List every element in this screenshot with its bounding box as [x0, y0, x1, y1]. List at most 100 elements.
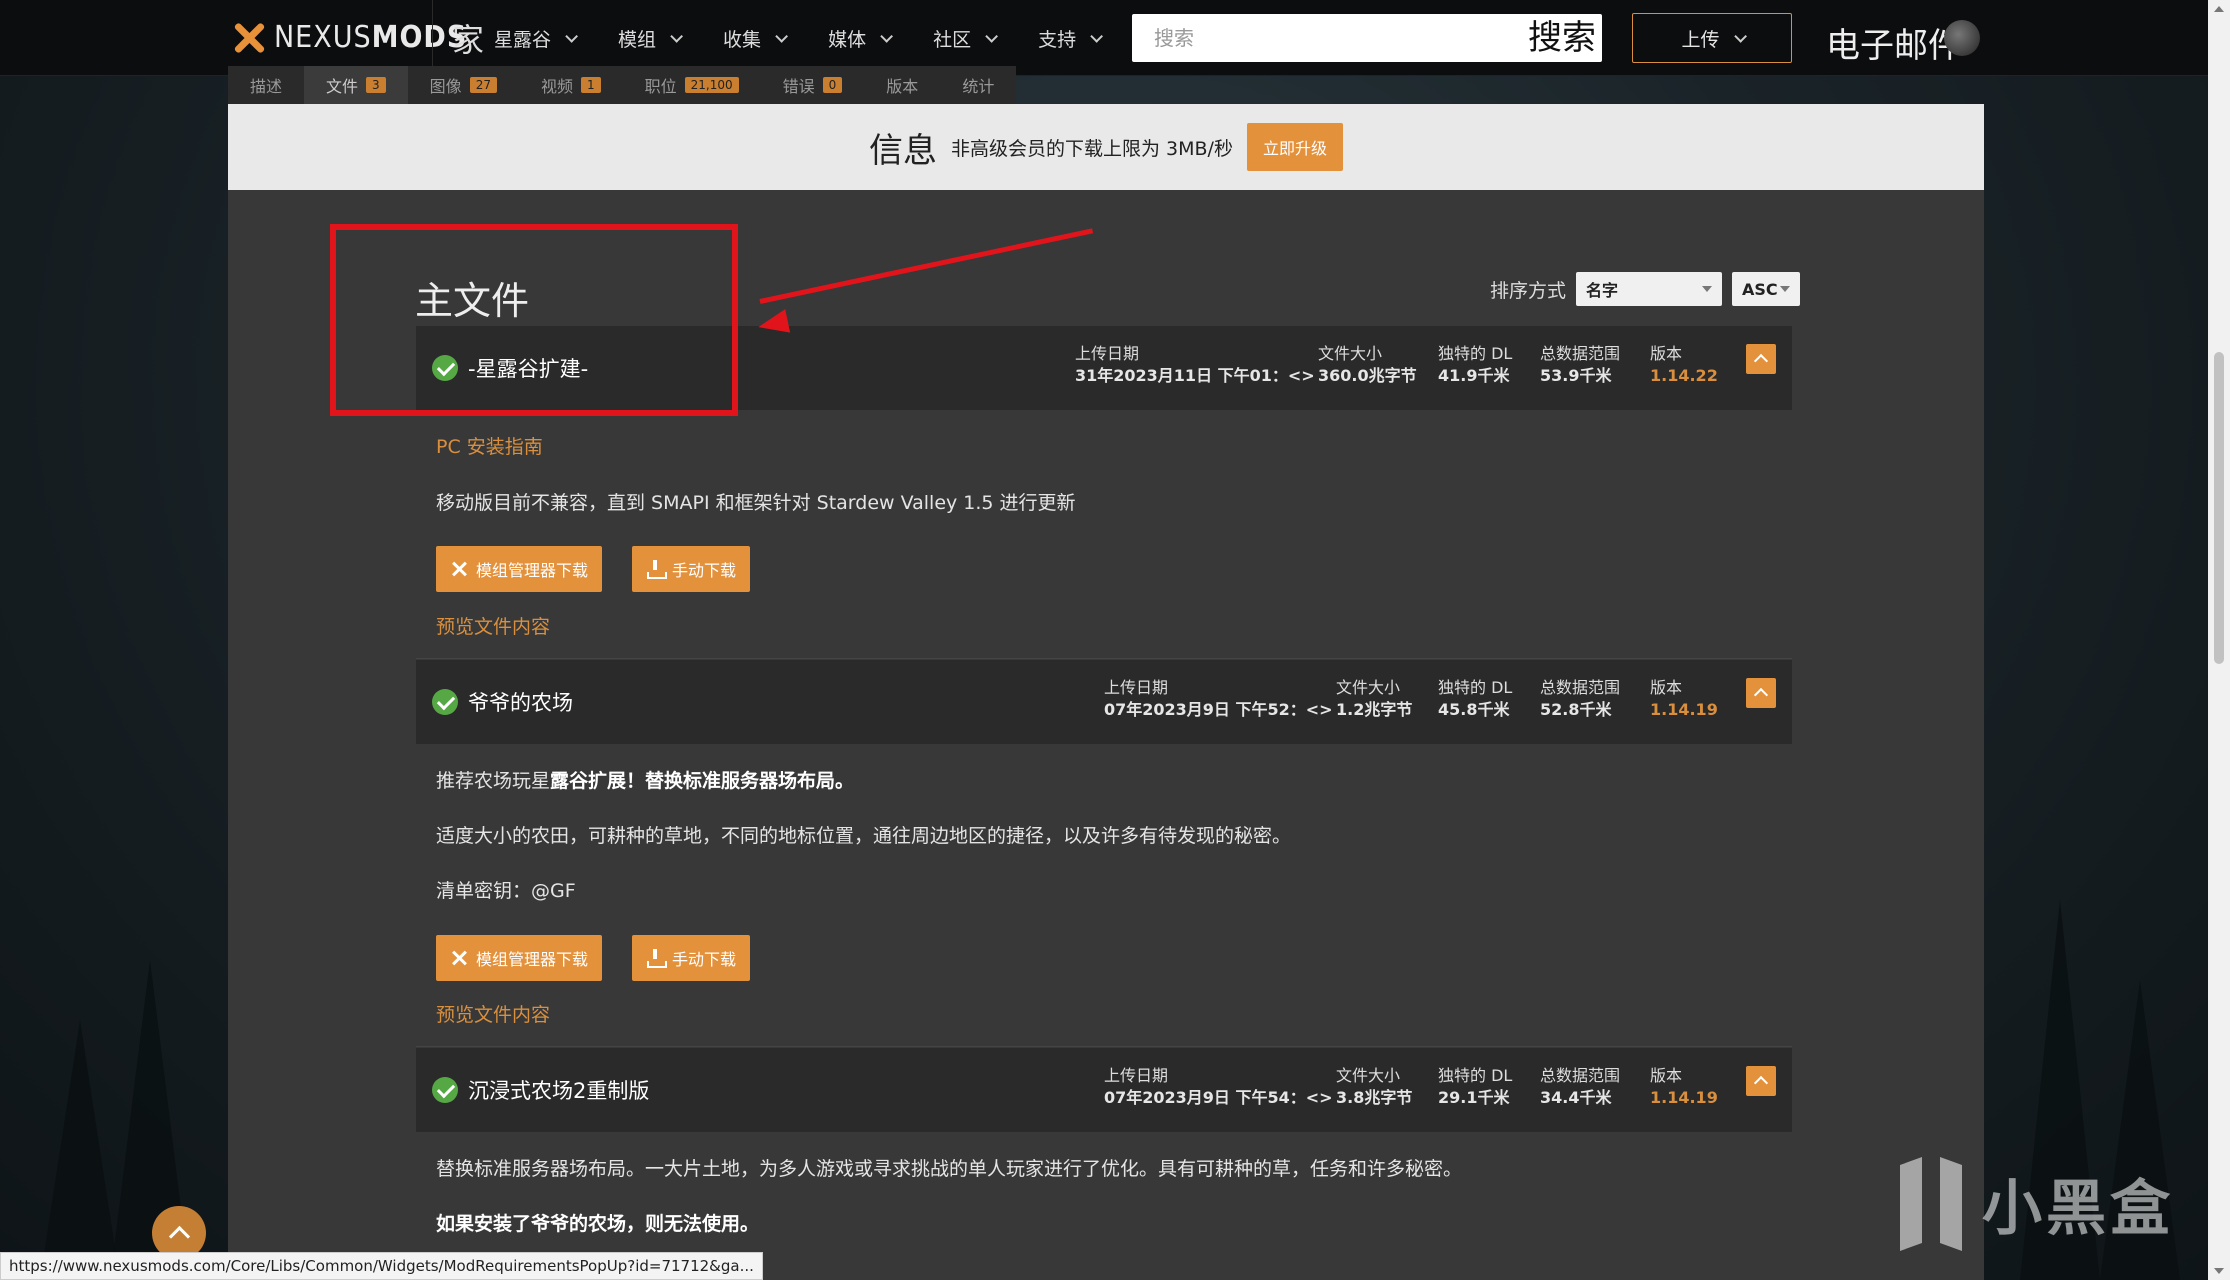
description-bold-text: 露谷扩展！替换标准服务器场布局。	[550, 770, 855, 792]
stat-file-size: 文件大小 360.0兆字节	[1318, 343, 1417, 387]
upgrade-button[interactable]: 立即升级	[1246, 123, 1343, 171]
file-description: 替换标准服务器场布局。一大片土地，为多人游戏或寻求挑战的单人玩家进行了优化。具有…	[436, 1158, 1463, 1180]
preview-contents-link[interactable]: 预览文件内容	[436, 1000, 550, 1027]
chevron-down-icon	[1090, 29, 1104, 43]
stat-label: 独特的 DL	[1438, 1066, 1513, 1085]
nexusmods-logo-icon	[232, 21, 266, 55]
file-name: 爷爷的农场	[468, 691, 573, 715]
button-label: 手动下载	[672, 561, 737, 580]
stat-upload-date: 上传日期 31年2023月11日 下午01：<>	[1075, 343, 1315, 387]
collapse-toggle-icon[interactable]	[1746, 1066, 1776, 1096]
tab-label: 统计	[962, 77, 995, 96]
chevron-down-icon	[985, 29, 999, 43]
home-label: 家	[452, 21, 485, 59]
nav-collections[interactable]: 收集	[723, 25, 789, 52]
status-bar-url: https://www.nexusmods.com/Core/Libs/Comm…	[0, 1252, 763, 1280]
game-label: 星露谷	[494, 28, 552, 51]
nav-label: 媒体	[828, 28, 867, 51]
stat-value: 41.9千米	[1438, 366, 1510, 385]
upload-button[interactable]: 上传	[1632, 13, 1792, 63]
manual-download-button[interactable]: 手动下载	[632, 935, 751, 981]
tab-videos[interactable]: 视频 1	[518, 66, 623, 104]
watermark-text: 小黑盒	[1982, 1174, 2174, 1244]
install-guide-link[interactable]: PC 安装指南	[436, 432, 543, 459]
stat-file-size: 文件大小 1.2兆字节	[1336, 677, 1412, 721]
description-text: 推荐农场玩星	[436, 770, 551, 792]
nav-community[interactable]: 社区	[933, 25, 999, 52]
stat-file-size: 文件大小 3.8兆字节	[1336, 1065, 1412, 1109]
nav-support[interactable]: 支持	[1038, 25, 1104, 52]
wrench-icon	[450, 560, 468, 578]
sort-by-select[interactable]: 名字	[1576, 272, 1723, 306]
stat-value: 45.8千米	[1438, 700, 1510, 719]
stat-label: 总数据范围	[1540, 1066, 1621, 1085]
tab-logs[interactable]: 版本	[864, 66, 941, 104]
scroll-down-icon[interactable]	[2214, 1268, 2224, 1274]
tab-stats[interactable]: 统计	[940, 66, 1017, 104]
tab-count-badge: 3	[366, 77, 386, 93]
tab-count-badge: 21,100	[684, 77, 739, 93]
watermark: 小黑盒	[1896, 1160, 2174, 1247]
stat-label: 上传日期	[1104, 1066, 1169, 1085]
annotation-highlight-box	[330, 224, 738, 416]
page-scrollbar[interactable]	[2208, 0, 2230, 1280]
stat-label: 总数据范围	[1540, 344, 1621, 363]
collapse-toggle-icon[interactable]	[1746, 678, 1776, 708]
tab-count-badge: 27	[469, 77, 497, 93]
dropdown-icon	[1702, 286, 1713, 292]
tab-label: 错误	[782, 77, 815, 96]
button-label: 模组管理器下载	[476, 561, 589, 580]
preview-contents-link[interactable]: 预览文件内容	[436, 612, 550, 639]
sort-controls: 排序方式 名字 ASC	[1490, 272, 1801, 306]
top-navigation-bar: NEXUSMODS 家 星露谷 模组 收集 媒体 社区 支持 搜索 上传 电子邮…	[0, 0, 2208, 76]
tab-files[interactable]: 文件 3	[304, 66, 408, 104]
stat-value: 31年2023月11日 下午01：<>	[1075, 366, 1315, 385]
search-button[interactable]: 搜索	[1528, 14, 1602, 62]
stat-value: 29.1千米	[1438, 1088, 1510, 1107]
collapse-toggle-icon[interactable]	[1746, 344, 1776, 374]
avatar[interactable]	[1944, 20, 1980, 56]
tab-label: 描述	[250, 77, 283, 96]
stat-value: 53.9千米	[1540, 366, 1612, 385]
wrench-icon	[450, 949, 468, 967]
tab-images[interactable]: 图像 27	[407, 66, 519, 104]
nav-mods[interactable]: 模组	[618, 25, 684, 52]
logo-text: NEXUSMODS	[274, 20, 468, 55]
chevron-down-icon	[880, 29, 894, 43]
chevron-down-icon	[670, 29, 684, 43]
stat-total-dl: 总数据范围 52.8千米	[1540, 677, 1620, 721]
file-header[interactable]: 沉浸式农场2重制版 上传日期 07年2023月9日 下午54：<> 文件大小 3.8…	[416, 1048, 1792, 1132]
nav-label: 模组	[618, 28, 657, 51]
tab-posts[interactable]: 职位 21,100	[622, 66, 761, 104]
stat-unique-dl: 独特的 DL 29.1千米	[1438, 1065, 1512, 1109]
file-header[interactable]: 爷爷的农场 上传日期 07年2023月9日 下午52：<> 文件大小 1.2兆字节 …	[416, 660, 1792, 744]
nav-game-selector[interactable]: 家 星露谷	[452, 15, 579, 61]
mod-manager-download-button[interactable]: 模组管理器下载	[436, 546, 603, 592]
mod-manager-download-button[interactable]: 模组管理器下载	[436, 935, 603, 981]
scroll-up-icon[interactable]	[2214, 6, 2224, 12]
stat-value: 1.14.22	[1650, 366, 1718, 385]
tab-label: 职位	[644, 77, 677, 96]
stat-unique-dl: 独特的 DL 41.9千米	[1438, 343, 1512, 387]
stat-label: 文件大小	[1336, 678, 1401, 697]
tab-bugs[interactable]: 错误 0	[760, 66, 865, 104]
xiaoheihe-logo-icon	[1896, 1161, 1968, 1247]
banner-text: 非高级会员的下载上限为 3MB/秒	[951, 137, 1233, 160]
file-description: 移动版目前不兼容，直到 SMAPI 和框架针对 Stardew Valley 1…	[436, 492, 1076, 514]
stat-value: 34.4千米	[1540, 1088, 1612, 1107]
sort-order-select[interactable]: ASC	[1732, 272, 1801, 306]
scrollbar-thumb[interactable]	[2214, 352, 2224, 664]
nav-label: 收集	[723, 28, 762, 51]
stat-value: 3.8兆字节	[1336, 1088, 1413, 1107]
stat-value: 360.0兆字节	[1318, 366, 1417, 385]
info-banner: 信息 非高级会员的下载上限为 3MB/秒 立即升级	[228, 104, 1984, 190]
mail-link[interactable]: 电子邮件	[1826, 18, 1962, 67]
stat-label: 独特的 DL	[1438, 678, 1513, 697]
manual-download-button[interactable]: 手动下载	[632, 546, 751, 592]
file-title: 爷爷的农场	[432, 660, 573, 744]
tab-description[interactable]: 描述	[228, 66, 305, 104]
stat-value: 1.14.19	[1650, 700, 1718, 719]
divider	[416, 1046, 1792, 1047]
search-input[interactable]	[1132, 26, 1522, 50]
nav-media[interactable]: 媒体	[828, 25, 894, 52]
